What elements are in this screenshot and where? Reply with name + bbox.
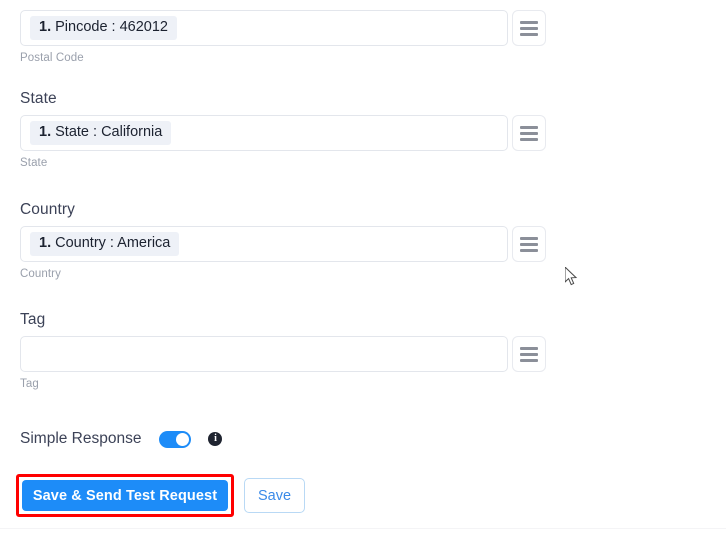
hamburger-bar — [520, 131, 538, 135]
chip-state[interactable]: 1. State : California — [30, 121, 172, 145]
toggle-knob — [176, 432, 190, 446]
chip-text-country: Country : America — [55, 235, 171, 251]
mouse-cursor — [565, 267, 578, 286]
simple-response-row: Simple Response i — [20, 429, 223, 449]
hamburger-icon-state[interactable] — [512, 115, 546, 151]
hamburger-icon-postal-code[interactable] — [512, 10, 546, 46]
field-label-state: State — [20, 90, 57, 107]
input-row-country: 1. Country : America — [20, 226, 546, 262]
helper-text-country: Country — [20, 268, 61, 280]
hamburger-bar — [520, 125, 538, 129]
chip-postal-code[interactable]: 1. Pincode : 462012 — [30, 16, 177, 40]
chip-text-postal-code: Pincode : 462012 — [55, 19, 168, 35]
helper-text-postal-code: Postal Code — [20, 52, 84, 64]
field-group-state: State 1. State : California State — [20, 90, 546, 170]
chip-country[interactable]: 1. Country : America — [30, 232, 180, 256]
chip-index-postal-code: 1. — [39, 19, 52, 35]
hamburger-bar — [520, 26, 538, 30]
field-label-tag: Tag — [20, 311, 46, 328]
simple-response-toggle[interactable] — [159, 430, 192, 448]
input-state[interactable]: 1. State : California — [20, 115, 508, 151]
hamburger-bar — [520, 358, 538, 362]
helper-text-state: State — [20, 157, 48, 169]
save-button[interactable]: Save — [244, 478, 305, 513]
input-country[interactable]: 1. Country : America — [20, 226, 508, 262]
hamburger-bar — [520, 242, 538, 246]
input-row-state: 1. State : California — [20, 115, 546, 151]
input-row-tag — [20, 336, 546, 372]
field-group-country: Country 1. Country : America Country — [20, 201, 546, 281]
simple-response-label: Simple Response — [20, 430, 142, 447]
hamburger-bar — [520, 346, 538, 350]
info-icon[interactable]: i — [208, 432, 223, 446]
chip-text-state: State : California — [55, 124, 163, 140]
hamburger-icon-country[interactable] — [512, 226, 546, 262]
field-group-tag: Tag Tag — [20, 311, 546, 391]
hamburger-bar — [520, 32, 538, 36]
hamburger-bar — [520, 352, 538, 356]
hamburger-bar — [520, 137, 538, 141]
hamburger-icon-tag[interactable] — [512, 336, 546, 372]
hamburger-bar — [520, 20, 538, 24]
hamburger-bar — [520, 248, 538, 252]
field-group-postal-code: 1. Pincode : 462012 Postal Code — [20, 10, 546, 65]
helper-text-tag: Tag — [20, 378, 39, 390]
hamburger-bar — [520, 236, 538, 240]
bottom-divider — [0, 528, 726, 529]
highlight-annotation: Save & Send Test Request — [16, 474, 234, 517]
form-page: 1. Pincode : 462012 Postal Code State 1.… — [0, 0, 726, 533]
save-and-send-test-request-button[interactable]: Save & Send Test Request — [22, 480, 228, 511]
chip-index-state: 1. — [39, 124, 52, 140]
field-label-country: Country — [20, 201, 75, 218]
input-row-postal-code: 1. Pincode : 462012 — [20, 10, 546, 46]
chip-index-country: 1. — [39, 235, 52, 251]
input-postal-code[interactable]: 1. Pincode : 462012 — [20, 10, 508, 46]
input-tag[interactable] — [20, 336, 508, 372]
